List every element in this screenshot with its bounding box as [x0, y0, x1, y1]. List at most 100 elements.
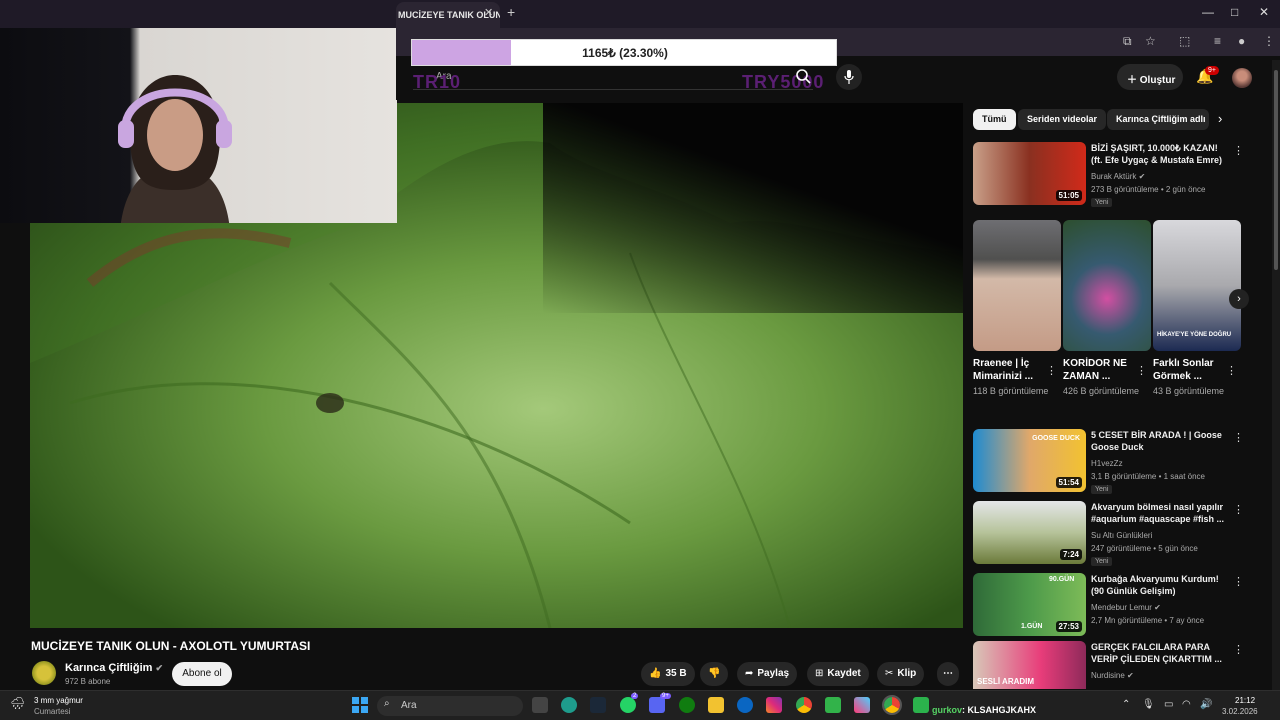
share-icon: ➦	[745, 668, 754, 679]
more-options-icon[interactable]: ⋮	[1233, 575, 1244, 588]
media-controls-icon[interactable]: ≡	[1214, 34, 1221, 48]
tab-close-icon[interactable]: ✕	[484, 6, 493, 19]
video-thumbnail[interactable]: GOOSE DUCK 51:54	[973, 429, 1086, 492]
rec-title[interactable]: 5 CESET BİR ARADA ! | Goose Goose Duck	[1091, 429, 1231, 453]
browser-menu-icon[interactable]: ⋮	[1263, 34, 1275, 48]
more-options-icon[interactable]: ⋮	[1233, 144, 1244, 157]
taskbar-search-input[interactable]: Ara	[377, 696, 523, 716]
subscribe-button[interactable]: Abone ol	[172, 662, 232, 686]
recommended-video[interactable]: 7:24 Akvaryum bölmesi nasıl yapılır #aqu…	[973, 501, 1253, 567]
edge-icon[interactable]	[561, 697, 577, 713]
install-app-icon[interactable]: ⧉	[1123, 34, 1132, 49]
rec-channel[interactable]: Nurdisine ✔	[1091, 671, 1134, 680]
clock-date[interactable]: 3.02.2026	[1222, 707, 1258, 716]
more-options-icon[interactable]: ⋮	[1226, 364, 1237, 377]
rec-channel[interactable]: Su Altı Günlükleri	[1091, 531, 1152, 540]
rec-title[interactable]: Akvaryum bölmesi nasıl yapılır #aquarium…	[1091, 501, 1231, 525]
green-app-icon[interactable]	[825, 697, 841, 713]
video-thumbnail[interactable]: 7:24	[973, 501, 1086, 564]
voice-search-mic-icon[interactable]	[836, 64, 862, 90]
short-title[interactable]: KORİDOR NE ZAMAN ...	[1063, 357, 1133, 383]
plus-icon: ＋	[1127, 75, 1140, 86]
extensions-icon[interactable]: ⬚	[1179, 34, 1190, 48]
short-thumbnail[interactable]: HİKAYE'YE YÖNE DOĞRU	[1153, 220, 1241, 351]
clock-time[interactable]: 21:12	[1235, 696, 1255, 705]
chat-username: gurkov	[932, 705, 963, 715]
short-views: 43 B görüntüleme	[1153, 386, 1225, 396]
xbox-icon[interactable]	[679, 697, 695, 713]
weather-rain-icon[interactable]: 🌧	[10, 696, 25, 710]
save-label: Kaydet	[827, 668, 861, 679]
rec-title[interactable]: BİZİ ŞAŞIRT, 10.000₺ KAZAN! (ft. Efe Uyg…	[1091, 142, 1231, 166]
video-thumbnail[interactable]: SESLİ ARADIM	[973, 641, 1086, 689]
short-item[interactable]: Rraenee | İç Mimarinizi ... 118 B görünt…	[973, 220, 1061, 398]
microphone-icon[interactable]: 🎙	[1142, 699, 1155, 710]
instagram-icon[interactable]	[766, 697, 782, 713]
account-avatar[interactable]	[1232, 68, 1252, 88]
maximize-icon[interactable]: □	[1231, 5, 1238, 19]
recommended-video[interactable]: 90.GÜN 1.GÜN 27:53 Kurbağa Akvaryumu Kur…	[973, 573, 1253, 639]
chat-app-icon[interactable]	[913, 697, 929, 713]
chevron-right-icon[interactable]: ›	[1229, 289, 1249, 309]
chrome-active-icon[interactable]	[882, 695, 902, 715]
more-options-icon[interactable]: ⋮	[1233, 431, 1244, 444]
rec-channel[interactable]: H1vezZz	[1091, 459, 1123, 468]
channel-name[interactable]: Karınca Çiftliğim ✔	[65, 662, 163, 674]
rec-channel[interactable]: Mendebur Lemur ✔	[1091, 603, 1161, 612]
dislike-button[interactable]: 👎	[700, 662, 729, 686]
windows-start-icon[interactable]	[352, 697, 368, 713]
more-options-icon[interactable]: ⋮	[1136, 364, 1147, 377]
short-thumbnail[interactable]	[1063, 220, 1151, 351]
chrome-icon[interactable]	[796, 697, 812, 713]
more-options-icon[interactable]: ⋮	[1233, 503, 1244, 516]
recommended-video[interactable]: GOOSE DUCK 51:54 5 CESET BİR ARADA ! | G…	[973, 429, 1253, 495]
more-actions-button[interactable]: ⋯	[937, 662, 959, 686]
channel-avatar[interactable]	[32, 661, 56, 685]
recommended-video[interactable]: SESLİ ARADIM GERÇEK FALCILARA PARA VERİP…	[973, 641, 1253, 689]
recommended-video[interactable]: 51:05 BİZİ ŞAŞIRT, 10.000₺ KAZAN! (ft. E…	[973, 142, 1253, 212]
share-button[interactable]: ➦ Paylaş	[737, 662, 798, 686]
thumbnail-caption: GOOSE DUCK	[1032, 435, 1080, 442]
scissors-icon: ✂	[885, 668, 894, 679]
bookmark-star-icon[interactable]: ☆	[1145, 34, 1156, 48]
short-item[interactable]: KORİDOR NE ZAMAN ... 426 B görüntüleme ⋮	[1063, 220, 1151, 398]
rec-channel[interactable]: Burak Aktürk ✔	[1091, 172, 1145, 181]
discord-icon[interactable]	[649, 697, 665, 713]
new-tab-button[interactable]: +	[507, 4, 515, 20]
create-button[interactable]: ＋ Oluştur	[1117, 64, 1183, 90]
short-thumbnail[interactable]	[973, 220, 1061, 351]
short-item[interactable]: HİKAYE'YE YÖNE DOĞRU Farklı Sonlar Görme…	[1153, 220, 1241, 398]
profile-icon[interactable]: ●	[1238, 34, 1245, 48]
more-options-icon[interactable]: ⋮	[1233, 643, 1244, 656]
chip-channel[interactable]: Karınca Çiftliğim adlı	[1107, 109, 1209, 130]
file-explorer-icon[interactable]	[708, 697, 724, 713]
search-icon[interactable]	[794, 68, 812, 86]
minimize-icon[interactable]: —	[1202, 5, 1214, 19]
edge-browser-icon[interactable]	[737, 697, 753, 713]
colorful-app-icon[interactable]	[854, 697, 870, 713]
short-title[interactable]: Farklı Sonlar Görmek ...	[1153, 357, 1223, 383]
save-button[interactable]: ⊞ Kaydet	[807, 662, 869, 686]
display-icon[interactable]: ▭	[1164, 699, 1173, 710]
weather-title[interactable]: 3 mm yağmur	[34, 696, 83, 705]
chevron-right-icon[interactable]: ›	[1218, 111, 1222, 126]
wifi-icon[interactable]: ◠	[1182, 699, 1191, 710]
video-thumbnail[interactable]: 90.GÜN 1.GÜN 27:53	[973, 573, 1086, 636]
tray-overflow-icon[interactable]: ⌃	[1122, 699, 1130, 710]
verified-icon: ✔	[155, 663, 164, 673]
whatsapp-icon[interactable]	[620, 697, 636, 713]
steam-icon[interactable]	[590, 697, 606, 713]
short-title[interactable]: Rraenee | İç Mimarinizi ...	[973, 357, 1043, 383]
chip-all[interactable]: Tümü	[973, 109, 1016, 130]
like-button[interactable]: 👍 35 B	[641, 662, 695, 686]
rec-title[interactable]: Kurbağa Akvaryumu Kurdum! (90 Günlük Gel…	[1091, 573, 1231, 597]
video-thumbnail[interactable]: 51:05	[973, 142, 1086, 205]
task-view-icon[interactable]	[532, 697, 548, 713]
clip-button[interactable]: ✂ Klip	[877, 662, 925, 686]
volume-icon[interactable]: 🔊	[1200, 699, 1212, 710]
scrollbar-thumb[interactable]	[1274, 70, 1278, 270]
chip-series[interactable]: Seriden videolar	[1018, 109, 1107, 130]
rec-title[interactable]: GERÇEK FALCILARA PARA VERİP ÇİLEDEN ÇIKA…	[1091, 641, 1231, 665]
more-options-icon[interactable]: ⋮	[1046, 364, 1057, 377]
window-close-icon[interactable]: ✕	[1259, 5, 1269, 19]
